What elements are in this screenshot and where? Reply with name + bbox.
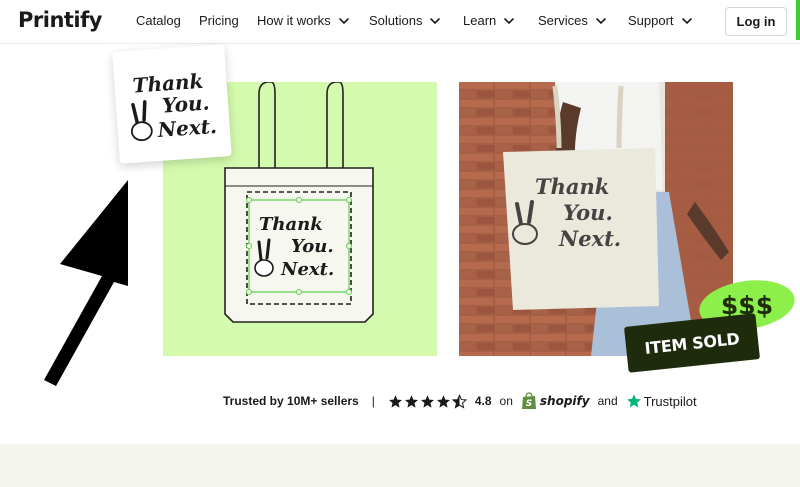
design-preview-art: Thank You. Next. — [130, 69, 218, 142]
nav-item-label: Services — [538, 13, 588, 28]
lifestyle-photo-art: Thank You. Next. — [459, 82, 733, 356]
chevron-down-icon — [504, 17, 515, 24]
peace-hand-icon — [130, 100, 153, 142]
product-lifestyle-photo: Thank You. Next. — [459, 82, 733, 356]
brand-accent-strip — [796, 0, 800, 40]
top-navigation: Printify Catalog Pricing How it works So… — [0, 0, 800, 44]
design-text-line: Next. — [156, 114, 218, 142]
shopify-logo[interactable]: S shopify — [521, 392, 590, 410]
design-preview-card[interactable]: Thank You. Next. — [112, 44, 232, 164]
svg-text:S: S — [526, 399, 532, 409]
nav-item-services[interactable]: Services — [538, 13, 608, 28]
nav-item-label: How it works — [257, 13, 331, 28]
login-button[interactable]: Log in — [725, 7, 787, 36]
trustpilot-star-icon — [626, 394, 641, 408]
design-text-line: You. — [563, 200, 613, 225]
nav-item-pricing[interactable]: Pricing — [199, 13, 239, 28]
design-text-line: You. — [161, 90, 210, 117]
nav-item-catalog[interactable]: Catalog — [136, 13, 181, 28]
arrow-up-icon — [44, 180, 128, 386]
design-text-line: You. — [291, 236, 334, 257]
rating-stars — [388, 393, 467, 409]
next-section-band — [0, 444, 800, 487]
design-text-line: Thank — [535, 174, 609, 199]
trust-bar: Trusted by 10M+ sellers | 4.8 on S shopi… — [223, 390, 697, 412]
shopify-bag-icon: S — [521, 392, 536, 409]
half-star-icon — [451, 393, 467, 409]
nav-item-solutions[interactable]: Solutions — [369, 13, 442, 28]
chevron-down-icon — [681, 17, 692, 24]
nav-item-label: Catalog — [136, 13, 181, 28]
nav-item-support[interactable]: Support — [628, 13, 694, 28]
nav-item-label: Solutions — [369, 13, 423, 28]
nav-item-label: Learn — [463, 13, 497, 28]
trust-separator: | — [371, 394, 375, 408]
star-icon — [388, 394, 402, 408]
and-text: and — [597, 394, 618, 408]
design-text-line: Next. — [558, 226, 621, 251]
star-icon — [404, 394, 418, 408]
trusted-sellers-text: Trusted by 10M+ sellers — [223, 394, 359, 408]
shopify-label: shopify — [539, 394, 590, 408]
on-text: on — [499, 394, 513, 408]
star-icon — [420, 394, 434, 408]
rating-value: 4.8 — [474, 394, 492, 408]
nav-item-how-it-works[interactable]: How it works — [257, 13, 351, 28]
item-sold-text: ITEM SOLD — [643, 328, 741, 358]
chevron-down-icon — [338, 17, 349, 24]
printify-logo[interactable]: Printify — [18, 8, 102, 32]
trustpilot-logo[interactable]: Trustpilot — [626, 393, 697, 409]
chevron-down-icon — [596, 17, 606, 24]
nav-item-learn[interactable]: Learn — [463, 13, 516, 28]
design-text-line: Thank — [259, 214, 323, 235]
nav-item-label: Pricing — [199, 13, 239, 28]
chevron-down-icon — [430, 17, 441, 24]
trustpilot-label: Trustpilot — [643, 393, 697, 409]
design-text-line: Next. — [280, 259, 334, 280]
nav-item-label: Support — [628, 13, 674, 28]
star-icon — [436, 394, 450, 408]
